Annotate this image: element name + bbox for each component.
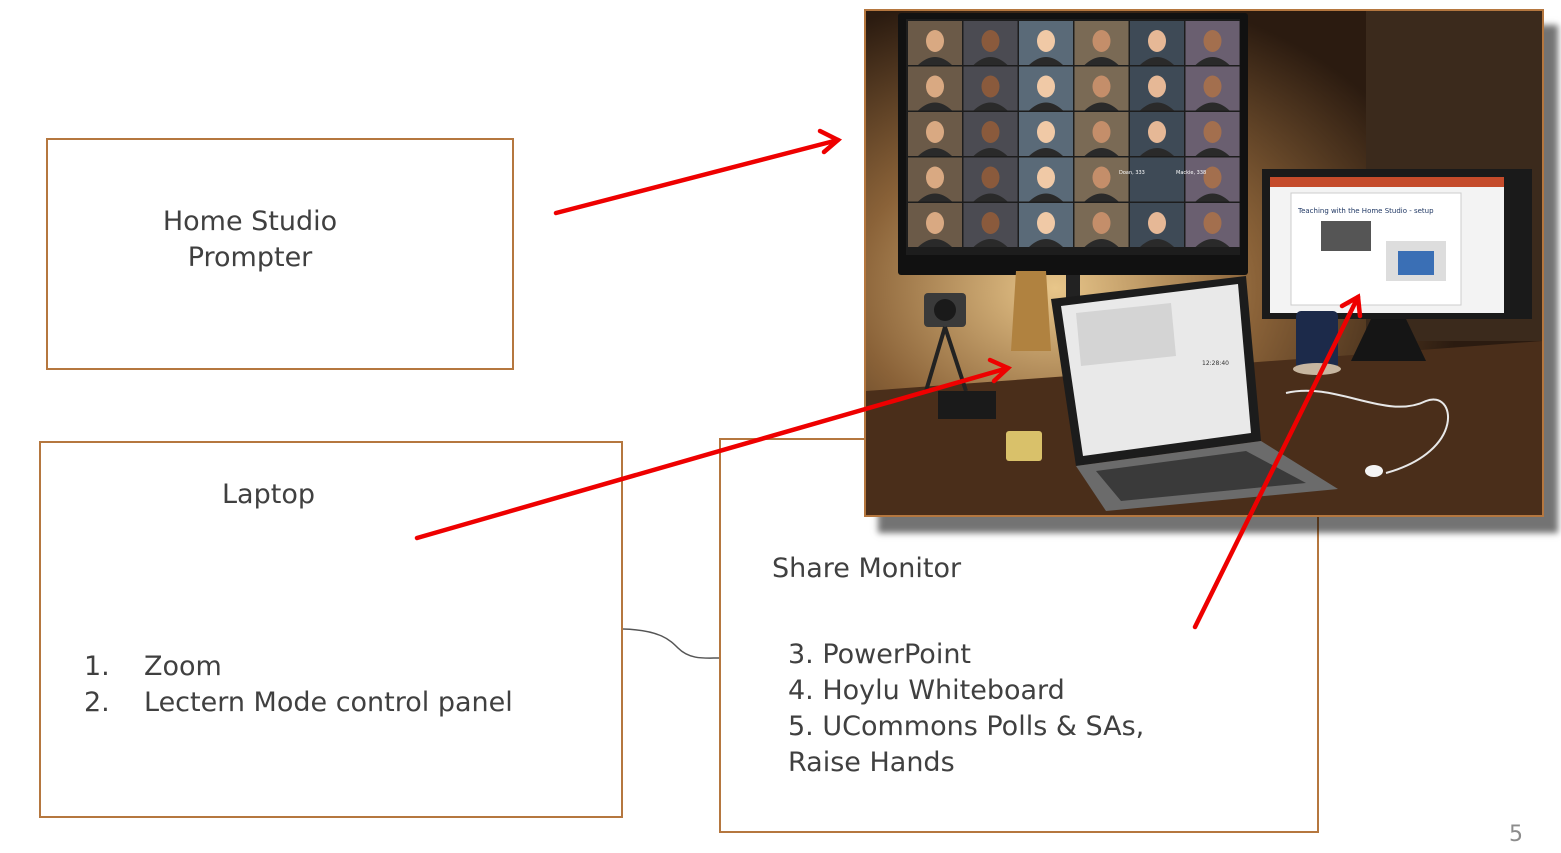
laptop-box: Laptop 1. Zoom 2. Lectern Mode control pan… <box>39 441 623 818</box>
prompter-title-line1: Home Studio <box>162 206 338 237</box>
participant-face <box>1037 75 1055 98</box>
share-monitor-list: 3. PowerPoint 4. Hoylu Whiteboard 5. UCo… <box>788 637 1144 781</box>
participant-face <box>1203 121 1222 143</box>
list-item: 5. UCommons Polls & SAs, <box>788 711 1145 742</box>
participant-face <box>926 121 944 143</box>
participant-face <box>1092 75 1111 98</box>
participant-face <box>1092 166 1111 189</box>
list-item: 1. Zoom <box>84 649 513 685</box>
slide-title: Teaching with the Home Studio - setup <box>1297 207 1434 215</box>
arrow-prompter <box>553 128 843 216</box>
participant-face <box>926 166 944 189</box>
participant-face <box>1037 212 1055 234</box>
participant-face <box>1037 121 1055 143</box>
prompter-monitor <box>898 13 1248 305</box>
zoom-tile-name: Mackie, 338 <box>1176 170 1206 176</box>
participant-face <box>981 121 1000 143</box>
list-number: 1. <box>84 651 110 682</box>
participant-face <box>1148 121 1166 143</box>
participant-face <box>981 212 1000 234</box>
list-item: Raise Hands <box>788 747 955 778</box>
prompter-title: Home Studio Prompter <box>48 204 452 276</box>
list-text: Lectern Mode control panel <box>144 687 513 718</box>
mug <box>1293 311 1341 375</box>
home-studio-illustration: Doan, 333 Mackie, 338 12:28:40 Teaching … <box>866 11 1542 515</box>
participant-face <box>1203 30 1222 52</box>
participant-face <box>1203 212 1222 234</box>
participant-face <box>1037 30 1055 52</box>
participant-face <box>981 166 1000 189</box>
participant-face <box>981 30 1000 52</box>
zoom-tile <box>1130 157 1184 202</box>
lamp-base <box>1011 271 1051 351</box>
laptop-title: Laptop <box>222 479 315 510</box>
participant-face <box>1148 30 1166 52</box>
list-item: 3. PowerPoint <box>788 639 972 670</box>
participant-face <box>1092 121 1111 143</box>
earbud <box>1365 465 1383 477</box>
zoom-tile-name: Doan, 333 <box>1119 170 1145 176</box>
share-monitor-title: Share Monitor <box>772 553 962 584</box>
participant-face <box>1092 30 1111 52</box>
laptop-list: 1. Zoom 2. Lectern Mode control panel <box>84 649 513 721</box>
list-item: 4. Hoylu Whiteboard <box>788 675 1065 706</box>
list-item: 2. Lectern Mode control panel <box>84 685 513 721</box>
participant-face <box>1037 166 1055 189</box>
list-text: Zoom <box>144 651 222 682</box>
participant-face <box>926 30 944 52</box>
participant-face <box>1203 75 1222 98</box>
home-studio-photo: Doan, 333 Mackie, 338 12:28:40 Teaching … <box>864 9 1544 517</box>
prompter-title-line2: Prompter <box>187 242 313 273</box>
page-number: 5 <box>1509 822 1523 847</box>
laptop-clock: 12:28:40 <box>1202 360 1229 367</box>
usb-adapter <box>1006 431 1042 461</box>
prompter-box: Home Studio Prompter <box>46 138 514 370</box>
participant-face <box>926 212 944 234</box>
participant-face <box>1092 212 1111 234</box>
participant-face <box>981 75 1000 98</box>
participant-face <box>1148 75 1166 98</box>
list-number: 2. <box>84 687 110 718</box>
participant-face <box>926 75 944 98</box>
participant-face <box>1148 212 1166 234</box>
connector-line <box>622 628 720 659</box>
